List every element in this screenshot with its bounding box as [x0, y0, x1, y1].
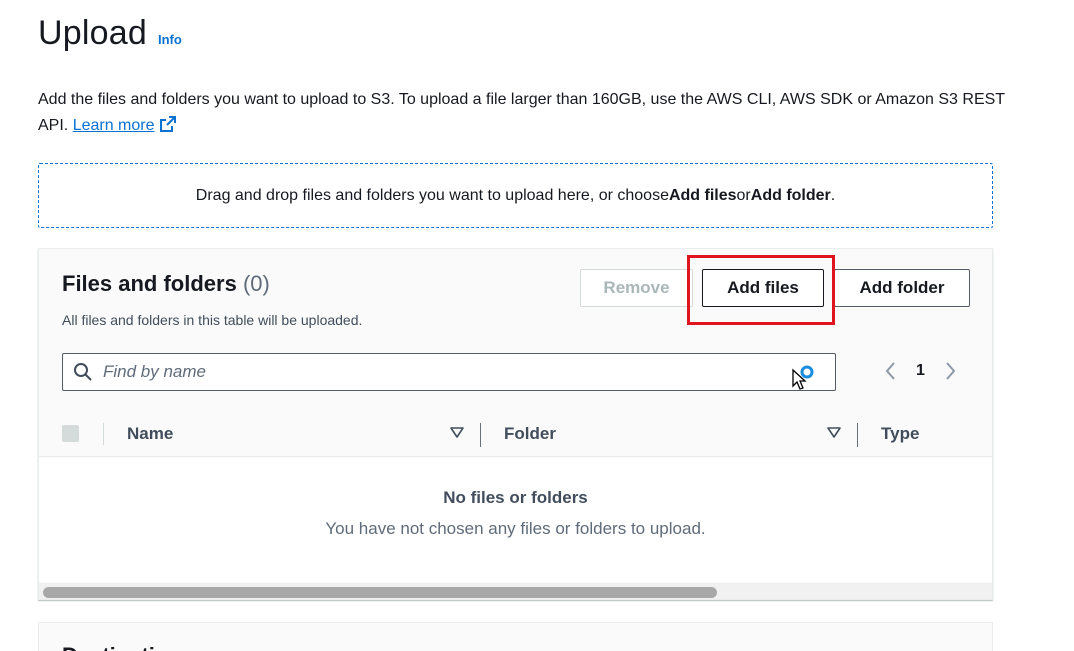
- chevron-left-icon[interactable]: [884, 361, 898, 381]
- search-placeholder: Find by name: [103, 362, 206, 381]
- column-resize-handle[interactable]: [480, 423, 481, 447]
- files-and-folders-panel: Files and folders (0) All files and fold…: [38, 248, 993, 600]
- column-header-type[interactable]: Type: [881, 424, 919, 444]
- chevron-right-icon[interactable]: [943, 361, 957, 381]
- scrollbar-thumb[interactable]: [43, 587, 717, 598]
- files-panel-heading: Files and folders (0): [62, 271, 270, 297]
- search-icon: [74, 363, 92, 381]
- table-body: No files or folders You have not chosen …: [39, 458, 992, 582]
- dropzone-middle: or: [736, 186, 751, 204]
- table-header: Name Folder Type: [39, 411, 992, 457]
- column-resize-handle[interactable]: [857, 423, 858, 447]
- column-header-name[interactable]: Name: [127, 424, 173, 444]
- page-number[interactable]: 1: [916, 362, 925, 380]
- upload-dropzone[interactable]: Drag and drop files and folders you want…: [38, 163, 993, 228]
- upload-description: Add the files and folders you want to up…: [38, 87, 1018, 139]
- column-header-folder[interactable]: Folder: [504, 424, 556, 444]
- files-count: (0): [242, 271, 270, 296]
- destination-title: Destination: [62, 643, 182, 651]
- select-all-checkbox[interactable]: [62, 425, 79, 442]
- sort-down-icon[interactable]: [827, 427, 841, 439]
- learn-more-label: Learn more: [72, 117, 155, 134]
- pagination: 1: [884, 361, 957, 381]
- files-panel-title: Files and folders: [62, 271, 237, 296]
- learn-more-link[interactable]: Learn more: [72, 116, 177, 134]
- add-files-button[interactable]: Add files: [702, 269, 824, 307]
- horizontal-scrollbar[interactable]: [39, 583, 992, 599]
- destination-panel: Destination: [38, 622, 993, 651]
- empty-state-message: You have not chosen any files or folders…: [325, 519, 706, 538]
- page-title: Upload: [38, 14, 147, 52]
- files-panel-subtitle: All files and folders in this table will…: [62, 312, 363, 328]
- dropzone-prefix: Drag and drop files and folders you want…: [195, 186, 669, 204]
- sort-down-icon[interactable]: [450, 427, 464, 439]
- external-link-icon: [159, 116, 176, 132]
- dropzone-add-folder-text: Add folder: [750, 186, 831, 204]
- search-input[interactable]: Find by name: [62, 353, 836, 391]
- upload-page: Upload Info Add the files and folders yo…: [0, 0, 1074, 651]
- empty-state-title: No files or folders: [443, 488, 588, 507]
- loading-cursor-icon: [792, 365, 814, 390]
- dropzone-suffix: .: [830, 186, 836, 204]
- description-text: Add the files and folders you want to up…: [38, 91, 1005, 134]
- add-folder-button[interactable]: Add folder: [834, 269, 970, 307]
- column-divider: [103, 423, 104, 445]
- remove-button[interactable]: Remove: [580, 269, 693, 307]
- page-header: Upload Info: [38, 14, 182, 53]
- info-link[interactable]: Info: [158, 32, 182, 47]
- dropzone-add-files-text: Add files: [668, 186, 737, 204]
